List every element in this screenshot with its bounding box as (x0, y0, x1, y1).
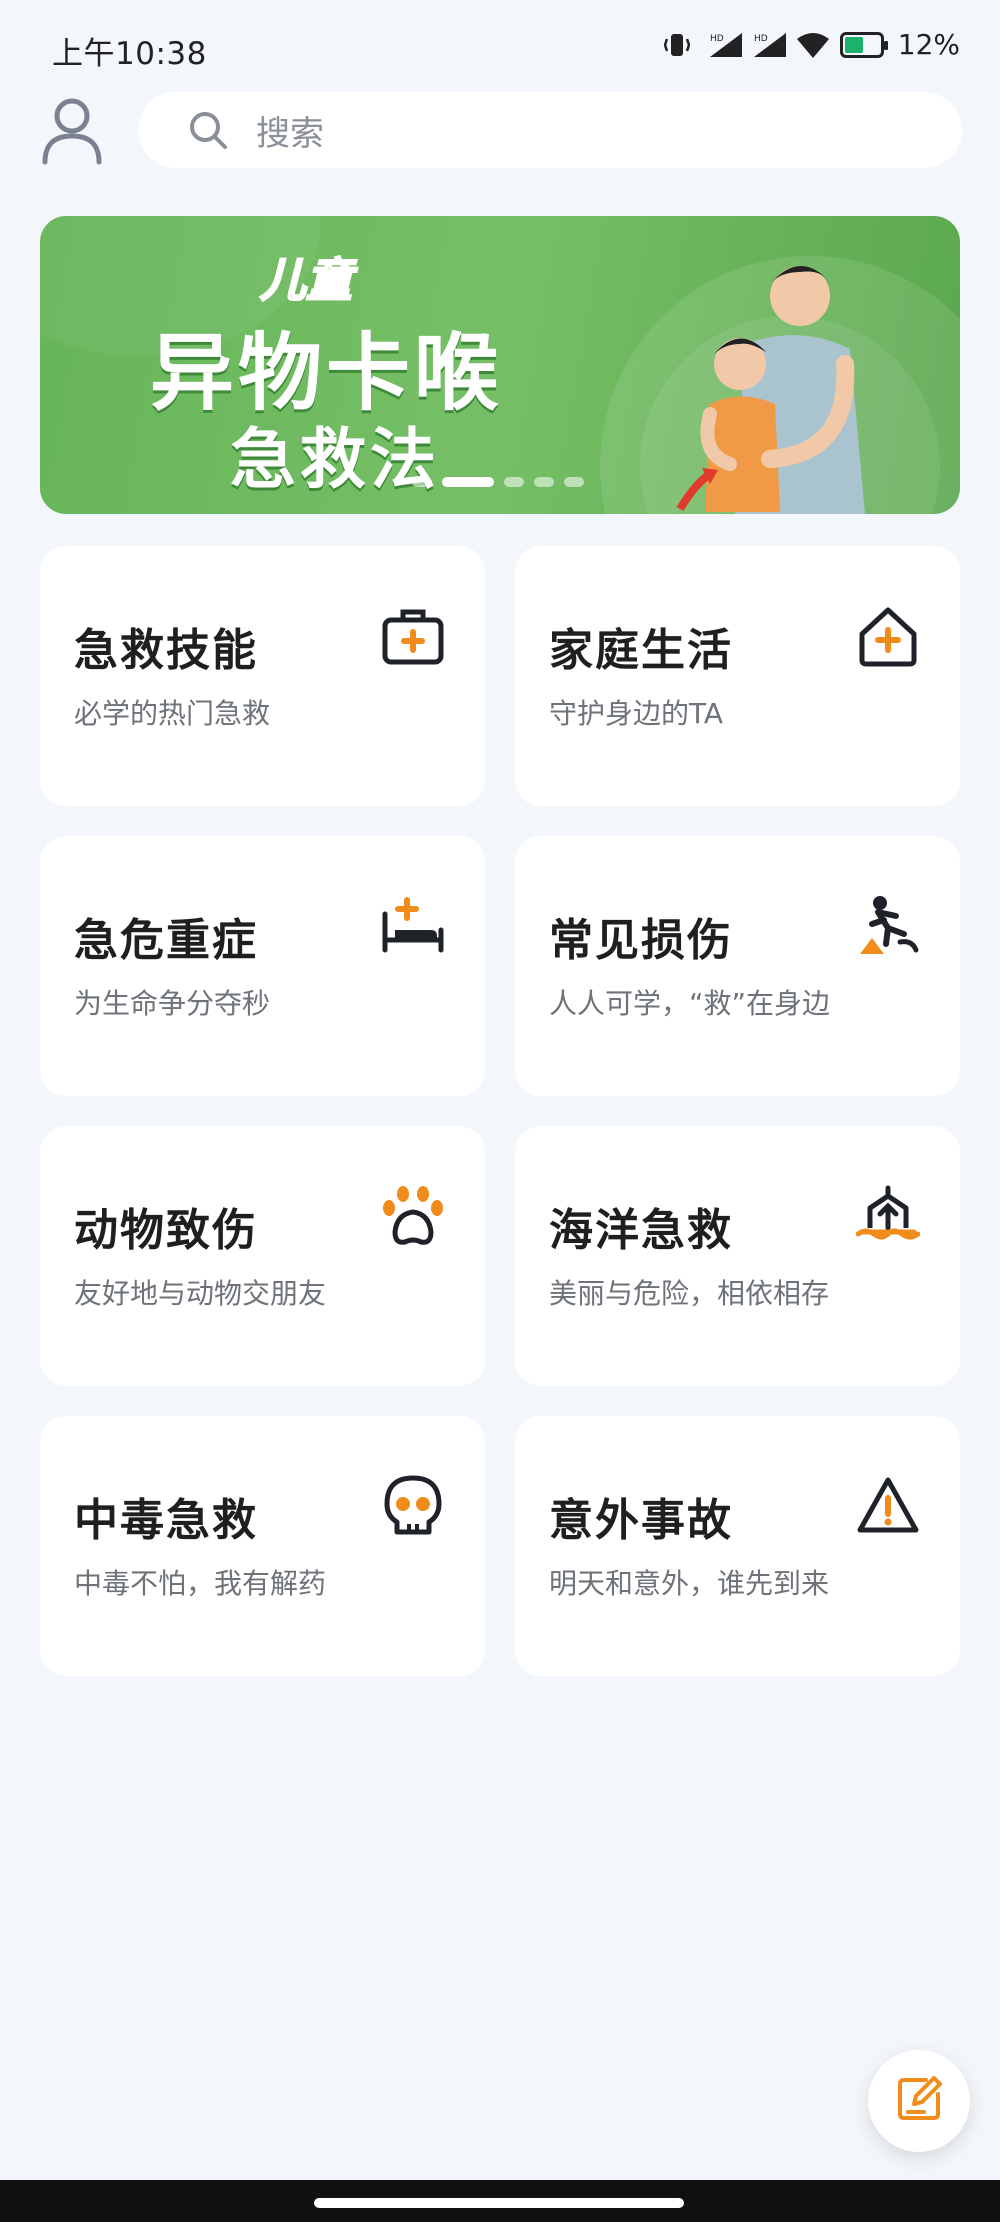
card-subtitle: 守护身边的TA (549, 697, 724, 730)
card-title: 动物致伤 (74, 1205, 258, 1256)
card-title: 中毒急救 (74, 1495, 258, 1546)
carousel-dot[interactable] (534, 477, 554, 487)
ship-icon (855, 1184, 921, 1248)
first-aid-kit-icon (381, 604, 445, 668)
carousel-dot-active[interactable] (442, 477, 494, 487)
battery-percent: 12% (897, 28, 960, 61)
category-card-accidents[interactable]: 意外事故 明天和意外，谁先到来 (515, 1416, 960, 1676)
promo-banner[interactable]: 儿童 异物卡喉 急救法 (40, 216, 960, 514)
card-subtitle: 明天和意外，谁先到来 (549, 1567, 830, 1600)
user-profile-icon[interactable] (40, 96, 104, 166)
feedback-button[interactable] (868, 2050, 970, 2152)
card-title: 常见损伤 (549, 915, 733, 966)
warning-icon (856, 1474, 920, 1538)
vibrate-icon (663, 31, 698, 59)
search-icon (188, 110, 228, 150)
banner-tag: 儿童 (259, 252, 353, 308)
card-title: 家庭生活 (549, 625, 733, 676)
paw-icon (381, 1184, 445, 1248)
search-placeholder: 搜索 (256, 113, 324, 154)
skull-icon (381, 1474, 445, 1538)
signal-icon: HD (708, 31, 742, 59)
card-subtitle: 必学的热门急救 (74, 697, 271, 730)
hospital-bed-icon (381, 894, 445, 958)
signal-icon-2: HD (752, 31, 786, 59)
category-card-animal-injuries[interactable]: 动物致伤 友好地与动物交朋友 (40, 1126, 485, 1386)
card-subtitle: 美丽与危险，相依相存 (549, 1277, 830, 1310)
carousel-indicator (412, 477, 584, 487)
home-indicator[interactable] (314, 2198, 684, 2208)
category-card-family-life[interactable]: 家庭生活 守护身边的TA (515, 546, 960, 806)
edit-note-icon (894, 2074, 944, 2128)
battery-icon (839, 31, 888, 58)
carousel-dot[interactable] (564, 477, 584, 487)
category-grid: 急救技能 必学的热门急救 家庭生活 守护身边的TA 急危重症 为生命争分夺秒 常… (40, 546, 960, 1676)
wifi-icon (796, 31, 830, 59)
svg-text:HD: HD (754, 34, 768, 44)
card-title: 急危重症 (74, 915, 258, 966)
category-card-poisoning[interactable]: 中毒急救 中毒不怕，我有解药 (40, 1416, 485, 1676)
status-time: 上午10:38 (52, 36, 207, 72)
status-icons: HD HD 12% (663, 28, 960, 61)
card-subtitle: 中毒不怕，我有解药 (74, 1567, 327, 1600)
carousel-dot[interactable] (412, 477, 432, 487)
banner-subtitle: 急救法 (230, 421, 440, 498)
card-subtitle: 友好地与动物交朋友 (74, 1277, 327, 1310)
heimlich-illustration (650, 254, 900, 514)
card-subtitle: 人人可学，“救”在身边 (549, 987, 831, 1020)
carousel-dot[interactable] (504, 477, 524, 487)
card-title: 海洋急救 (549, 1205, 733, 1256)
card-title: 意外事故 (549, 1495, 733, 1546)
home-plus-icon (856, 604, 920, 668)
card-subtitle: 为生命争分夺秒 (74, 987, 271, 1020)
category-card-common-injuries[interactable]: 常见损伤 人人可学，“救”在身边 (515, 836, 960, 1096)
svg-text:HD: HD (710, 34, 724, 44)
status-bar: 上午10:38 HD HD 12% (0, 0, 1000, 92)
category-card-first-aid-skills[interactable]: 急救技能 必学的热门急救 (40, 546, 485, 806)
card-title: 急救技能 (74, 625, 258, 676)
falling-person-icon (856, 894, 920, 958)
search-bar[interactable]: 搜索 (138, 92, 962, 168)
category-card-critical-illness[interactable]: 急危重症 为生命争分夺秒 (40, 836, 485, 1096)
category-card-ocean-rescue[interactable]: 海洋急救 美丽与危险，相依相存 (515, 1126, 960, 1386)
